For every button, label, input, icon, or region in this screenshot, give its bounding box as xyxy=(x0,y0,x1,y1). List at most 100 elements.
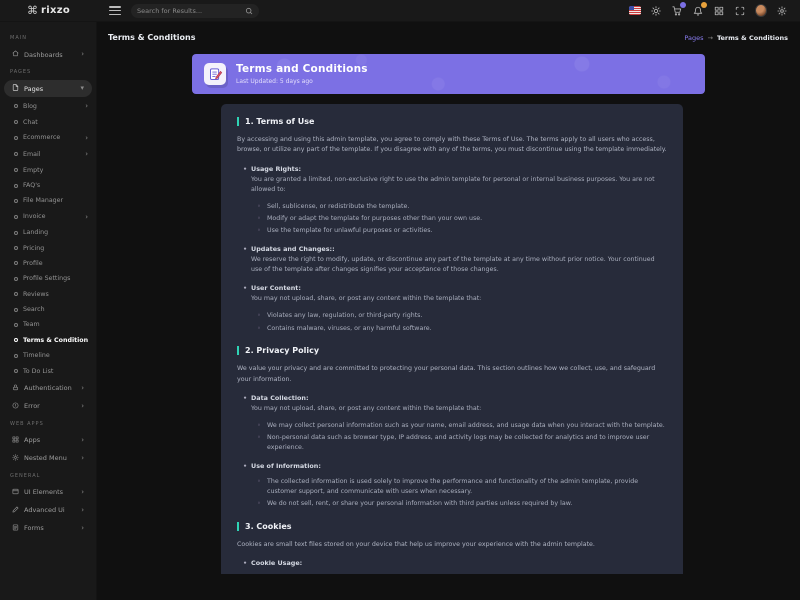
bullet-ring-icon xyxy=(14,104,18,108)
sidebar-item-authentication[interactable]: Authentication › xyxy=(4,380,92,397)
sidebar-section-main: MAIN xyxy=(0,30,96,45)
sidebar-subitem-label: Timeline xyxy=(23,352,88,359)
sidebar-item-label: Pages xyxy=(24,85,75,93)
sidebar-subitem-label: File Manager xyxy=(23,197,88,204)
fullscreen-icon[interactable] xyxy=(734,5,746,17)
menu-toggle-icon[interactable] xyxy=(109,6,121,15)
terms-item-text: You may not upload, share, or post any c… xyxy=(251,404,667,414)
gear-icon[interactable] xyxy=(776,5,788,17)
sidebar-subitem-file-manager[interactable]: File Manager xyxy=(0,193,96,208)
sidebar-subitem-label: Chat xyxy=(23,119,88,126)
terms-card: 1. Terms of UseBy accessing and using th… xyxy=(221,104,683,574)
sidebar-subitem-pricing[interactable]: Pricing xyxy=(0,240,96,255)
sidebar-item-label: Authentication xyxy=(24,384,76,392)
sidebar-item-ui-elements[interactable]: UI Elements› xyxy=(4,484,92,501)
sidebar-subitem-terms-conditions[interactable]: Terms & Conditions xyxy=(0,333,96,348)
sidebar-subitem-reviews[interactable]: Reviews xyxy=(0,287,96,302)
sidebar-item-apps[interactable]: Apps› xyxy=(4,432,92,449)
sidebar-subitem-label: To Do List xyxy=(23,368,88,375)
sidebar-subitem-to-do-list[interactable]: To Do List xyxy=(0,363,96,378)
document-pencil-icon xyxy=(204,63,226,85)
terms-subitem: Contains malware, viruses, or any harmfu… xyxy=(265,324,667,334)
sidebar-item-pages[interactable]: Pages▾ xyxy=(4,80,92,97)
sidebar-item-error[interactable]: Error› xyxy=(4,398,92,415)
bullet-ring-icon xyxy=(14,199,18,203)
sidebar-subitem-email[interactable]: Email› xyxy=(0,146,96,162)
sidebar-subitem-label: Reviews xyxy=(23,291,88,298)
chevron-right-icon: › xyxy=(81,385,84,392)
terms-subitem-list: Violates any law, regulation, or third-p… xyxy=(265,311,667,333)
chevron-right-icon: › xyxy=(81,507,84,514)
sidebar-item-forms[interactable]: Forms› xyxy=(4,520,92,537)
topbar-actions xyxy=(629,5,800,17)
bullet-ring-icon xyxy=(14,231,18,235)
terms-item-heading: Cookie Usage: xyxy=(251,559,667,567)
sidebar-subitem-team[interactable]: Team xyxy=(0,317,96,332)
chevron-right-icon: › xyxy=(81,403,84,410)
sidebar-item-dashboards[interactable]: Dashboards › xyxy=(4,46,92,63)
bullet-ring-icon xyxy=(14,354,18,358)
sun-icon[interactable] xyxy=(650,5,662,17)
sidebar-subitem-label: Profile Settings xyxy=(23,275,88,282)
search-icon[interactable] xyxy=(245,7,253,15)
search-input[interactable] xyxy=(137,7,241,15)
sidebar-subitem-label: Landing xyxy=(23,229,88,236)
dashboards-icon xyxy=(12,50,19,59)
terms-banner: Terms and Conditions Last Updated: 5 day… xyxy=(192,54,705,94)
sidebar-subitem-landing[interactable]: Landing xyxy=(0,225,96,240)
bullet-ring-icon xyxy=(14,308,18,312)
terms-item-text: You may not upload, share, or post any c… xyxy=(251,294,667,304)
terms-item-cookie-usage: Cookie Usage:We use cookies to remember … xyxy=(251,559,667,574)
section-intro: We value your privacy and are committed … xyxy=(237,364,667,385)
chevron-right-icon: › xyxy=(81,455,84,462)
sidebar-item-label: UI Elements xyxy=(24,488,76,496)
breadcrumb-current: Terms & Conditions xyxy=(717,34,788,42)
main-content: Terms & Conditions Pages → Terms & Condi… xyxy=(97,22,800,600)
sidebar-item-label: Apps xyxy=(24,436,76,444)
terms-item-heading: Updates and Changes:: xyxy=(251,245,667,253)
brand-logo[interactable]: ⌘ rixzo xyxy=(0,0,97,22)
chevron-right-icon: › xyxy=(85,150,88,158)
breadcrumb-parent[interactable]: Pages xyxy=(684,34,703,42)
sidebar-item-nested-menu[interactable]: Nested Menu› xyxy=(4,450,92,467)
sidebar-subitem-invoice[interactable]: Invoice› xyxy=(0,209,96,225)
bullet-ring-icon xyxy=(14,215,18,219)
sidebar-subitem-ecommerce[interactable]: Ecommerce› xyxy=(0,130,96,146)
apps-grid-icon[interactable] xyxy=(713,5,725,17)
sidebar-subitem-faq-s[interactable]: FAQ's xyxy=(0,178,96,193)
sidebar-subitem-empty[interactable]: Empty xyxy=(0,163,96,178)
forms-icon xyxy=(12,524,19,533)
sidebar-subitem-chat[interactable]: Chat xyxy=(0,114,96,129)
sidebar-subitem-profile-settings[interactable]: Profile Settings xyxy=(0,271,96,286)
sidebar-subitem-timeline[interactable]: Timeline xyxy=(0,348,96,363)
bell-icon[interactable] xyxy=(692,5,704,17)
chevron-right-icon: › xyxy=(85,102,88,110)
terms-item-text: You are granted a limited, non-exclusive… xyxy=(251,175,667,195)
flag-us-icon[interactable] xyxy=(629,5,641,17)
apps-icon xyxy=(12,436,19,445)
chevron-right-icon: › xyxy=(81,51,84,58)
sidebar-subitem-label: Team xyxy=(23,321,88,328)
banner-title: Terms and Conditions xyxy=(236,63,368,75)
terms-subitem: Use the template for unlawful purposes o… xyxy=(265,226,667,236)
terms-subitem: Violates any law, regulation, or third-p… xyxy=(265,311,667,321)
breadcrumb-separator: → xyxy=(707,34,712,42)
section-intro: By accessing and using this admin templa… xyxy=(237,135,667,156)
cart-icon[interactable] xyxy=(671,5,683,17)
terms-item-heading: Use of Information: xyxy=(251,462,667,470)
sidebar-subitem-profile[interactable]: Profile xyxy=(0,256,96,271)
terms-subitem-list: The collected information is used solely… xyxy=(265,477,667,509)
chevron-right-icon: › xyxy=(85,213,88,221)
sidebar-item-label: Dashboards xyxy=(24,51,76,59)
sidebar-item-advanced-ui[interactable]: Advanced Ui› xyxy=(4,502,92,519)
ui-elements-icon xyxy=(12,488,19,497)
terms-item-heading: Usage Rights: xyxy=(251,165,667,173)
terms-item-heading: User Content: xyxy=(251,284,667,292)
terms-item-usage-rights: Usage Rights: You are granted a limited, … xyxy=(251,165,667,236)
sidebar-subitem-search[interactable]: Search xyxy=(0,302,96,317)
sidebar-subitem-blog[interactable]: Blog› xyxy=(0,98,96,114)
sidebar-subitem-label: Pricing xyxy=(23,245,88,252)
avatar[interactable] xyxy=(755,5,767,17)
sidebar-subitem-label: Terms & Conditions xyxy=(23,337,88,344)
authentication-icon xyxy=(12,384,19,393)
